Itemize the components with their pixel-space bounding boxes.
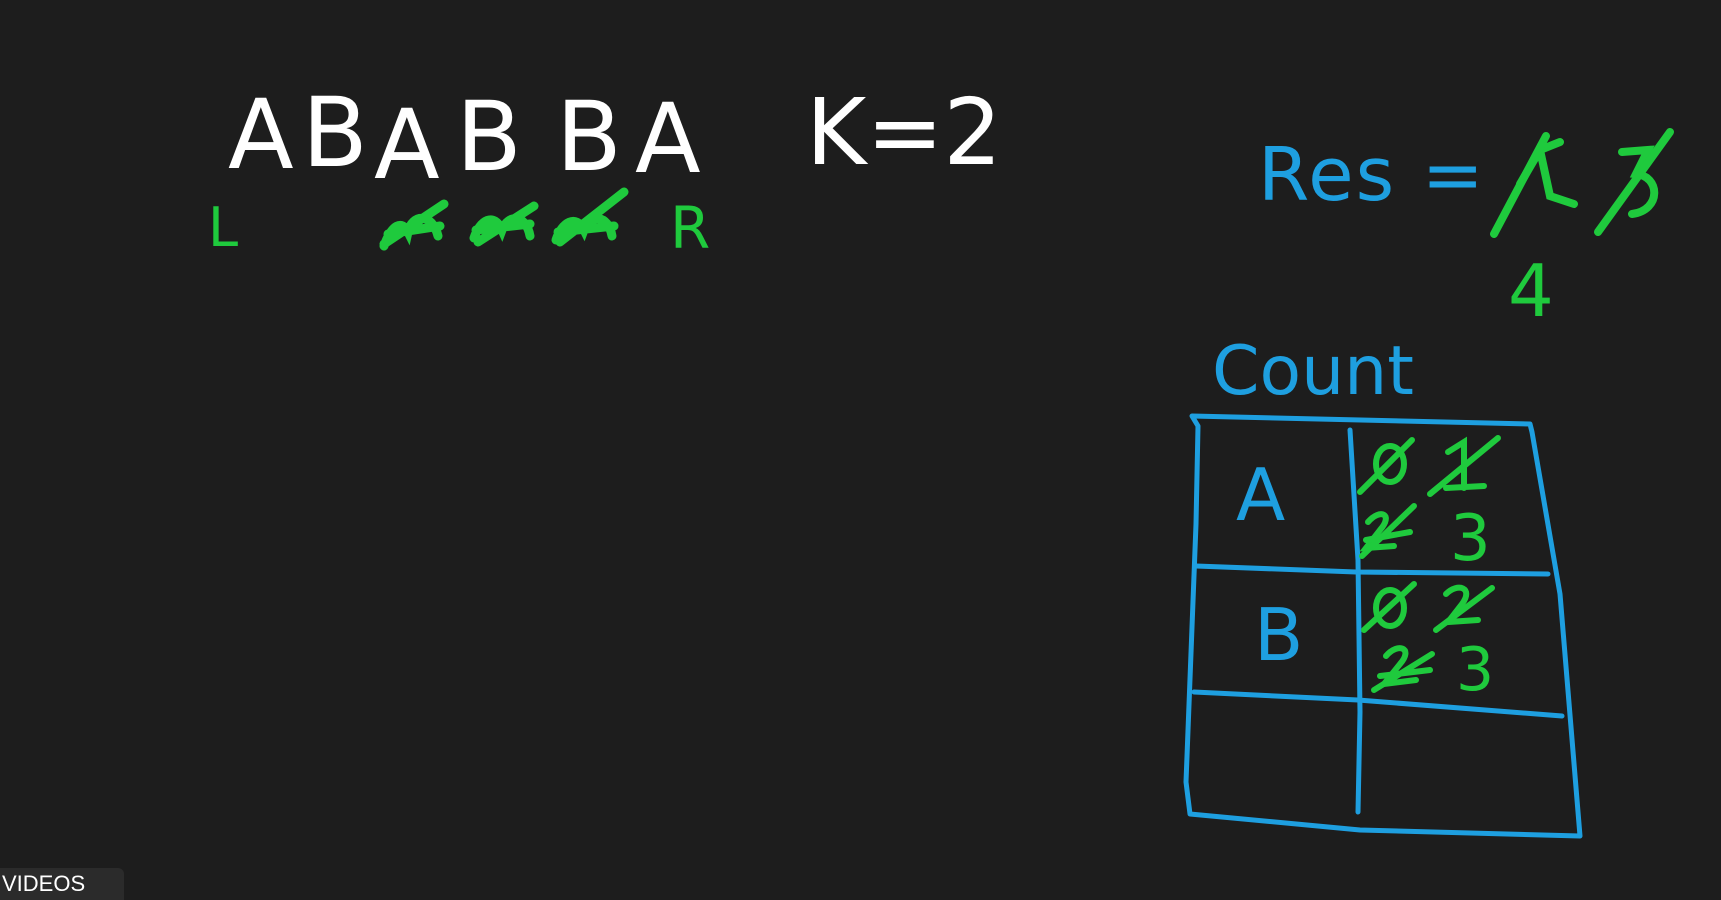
count-key: B [1254,593,1303,677]
result-value: 4 [1508,249,1554,333]
letter-1: B [302,77,368,189]
scribble-mark [551,187,629,247]
letter-2: A [374,89,440,201]
table-row: B 3 [1254,581,1495,705]
whiteboard-stage: A B A B B A K=2 L R Res = 4 Count A 3 B … [0,0,1721,900]
table-row-divider [1193,563,1551,577]
right-pointer: R [670,194,710,262]
count-key: A [1236,453,1285,537]
crossed-out-results [1490,128,1674,238]
scribble-mark [379,199,449,251]
count-value: 3 [1456,635,1494,705]
result-label: Res = [1258,132,1486,218]
strike-line [1490,132,1550,238]
videos-tab-label: VIDEOS [2,871,86,896]
count-value: 3 [1450,502,1491,576]
scribble-mark [469,201,539,247]
letter-5: A [635,83,701,195]
table-row-divider [1191,689,1565,719]
drawing-canvas: A B A B B A K=2 L R Res = 4 Count A 3 B … [208,77,1674,839]
letter-string: A B A B B A [228,77,701,201]
table-row: A 3 [1236,435,1501,576]
videos-tab-button[interactable]: VIDEOS [0,868,124,900]
k-label: K=2 [806,79,1002,186]
letter-0: A [228,79,294,191]
table-column-divider [1347,427,1363,815]
letter-3: B [456,81,522,193]
letter-4: B [556,81,622,193]
left-pointer: L [208,196,238,259]
count-title: Count [1212,332,1414,411]
